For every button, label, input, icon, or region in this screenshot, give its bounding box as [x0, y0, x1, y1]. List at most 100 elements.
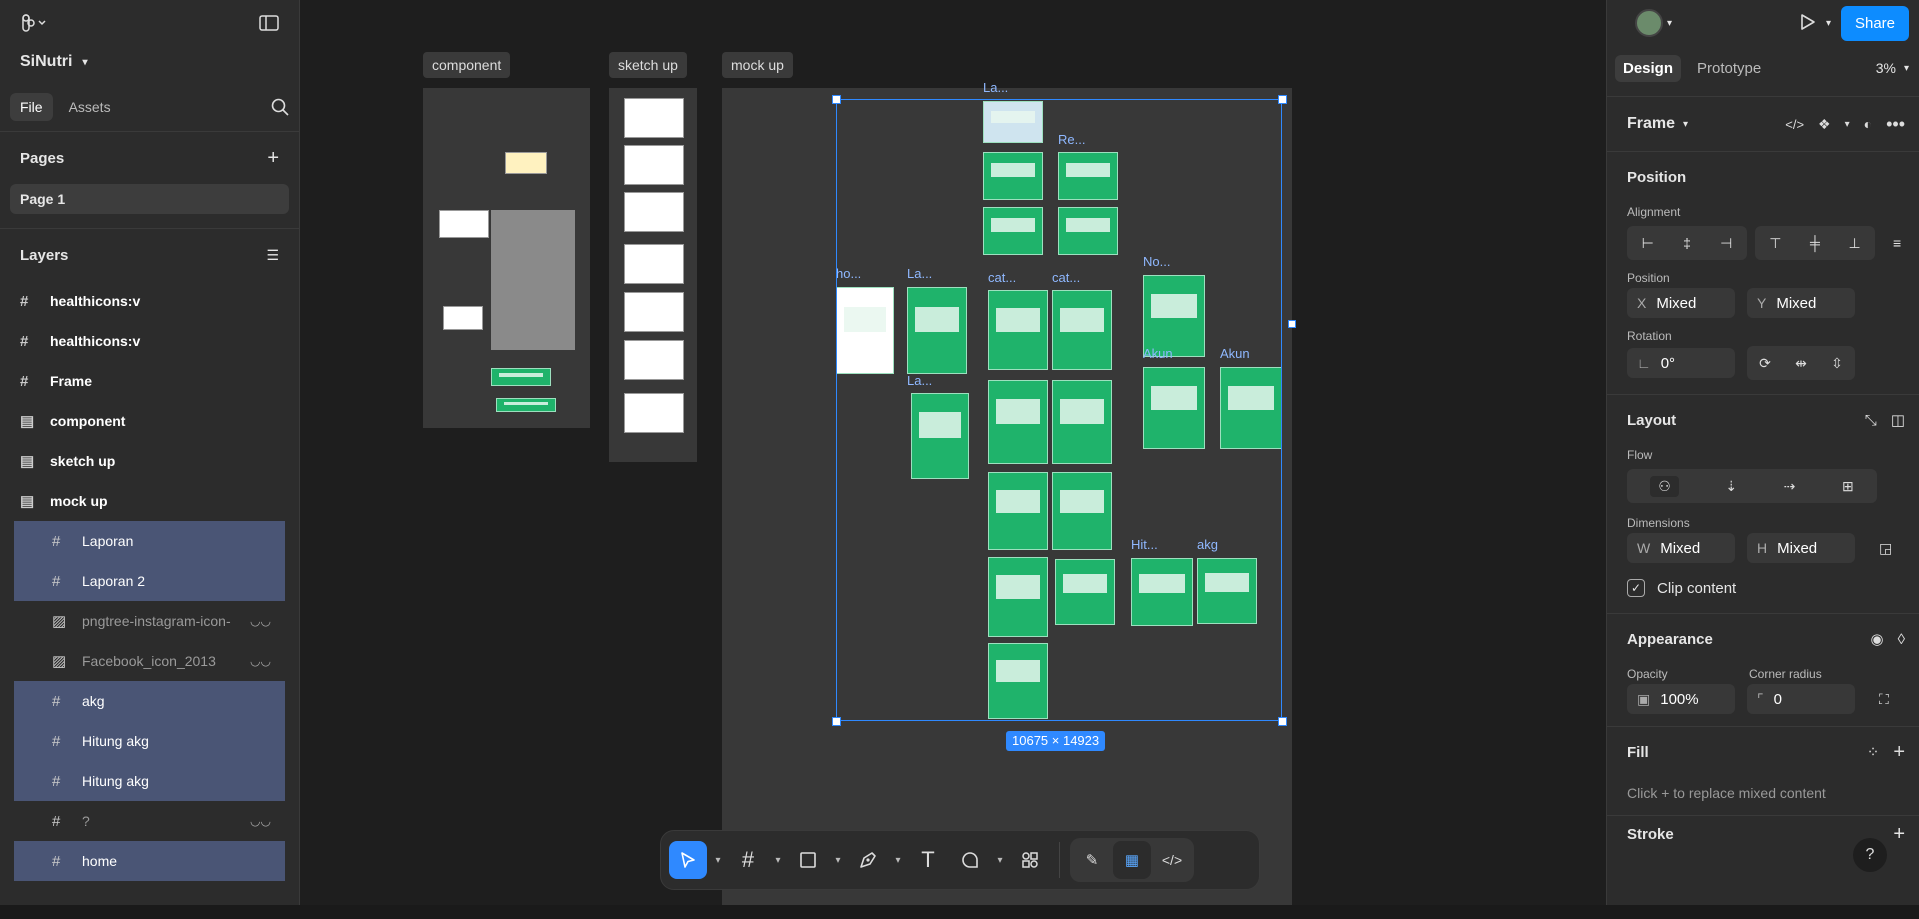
- layer-item[interactable]: # healthicons:v: [0, 321, 299, 361]
- page-item[interactable]: Page 1: [10, 184, 289, 214]
- blend-mode-icon[interactable]: ◊: [1898, 631, 1905, 648]
- horizontal-flow-icon[interactable]: ⇢: [1784, 478, 1796, 495]
- corner-radius-field[interactable]: ⌜ 0: [1747, 684, 1855, 714]
- resize-handle[interactable]: [832, 95, 841, 104]
- zoom-level[interactable]: 3%: [1876, 60, 1896, 76]
- tab-file[interactable]: File: [10, 92, 53, 121]
- rectangle-tool-icon[interactable]: [789, 841, 827, 879]
- tab-prototype[interactable]: Prototype: [1689, 55, 1769, 82]
- y-position-field[interactable]: Y Mixed: [1747, 288, 1855, 318]
- present-play-icon[interactable]: [1798, 13, 1816, 34]
- layer-item[interactable]: # Frame: [0, 361, 299, 401]
- hidden-eye-icon[interactable]: ◡◡: [250, 614, 271, 628]
- chevron-down-icon[interactable]: ▾: [1826, 18, 1831, 29]
- layer-item[interactable]: ▤ sketch up: [0, 441, 299, 481]
- frame-label-mock-up[interactable]: mock up: [722, 52, 793, 78]
- resize-handle[interactable]: [1288, 320, 1296, 328]
- chevron-down-icon[interactable]: ▾: [1904, 63, 1909, 74]
- layer-item[interactable]: ▨ Facebook_icon_2013 ◡◡: [14, 641, 285, 681]
- styles-grid-icon[interactable]: ⁘: [1867, 743, 1880, 761]
- resize-handle[interactable]: [1278, 95, 1287, 104]
- toggle-sidebar-icon[interactable]: [259, 15, 279, 31]
- layer-item[interactable]: #? ◡◡: [14, 801, 285, 841]
- design-mode-icon[interactable]: ▦: [1113, 841, 1151, 879]
- layer-item[interactable]: ▨ pngtree-instagram-icon- ◡◡: [14, 601, 285, 641]
- rotate-icon[interactable]: ⟳: [1759, 355, 1771, 372]
- layout-guide-icon[interactable]: ◫: [1891, 411, 1905, 429]
- add-page-icon[interactable]: +: [267, 147, 279, 170]
- resize-to-fit-icon[interactable]: ◲: [1879, 540, 1892, 557]
- align-bottom-icon[interactable]: ⊥: [1848, 235, 1860, 252]
- flip-horizontal-icon[interactable]: ⇹: [1795, 355, 1807, 372]
- align-center-h-icon[interactable]: ‡: [1683, 235, 1691, 251]
- layer-item[interactable]: # home: [14, 841, 285, 881]
- search-icon[interactable]: [271, 98, 289, 116]
- add-fill-icon[interactable]: +: [1893, 741, 1905, 764]
- tab-design[interactable]: Design: [1615, 54, 1682, 82]
- component-frame[interactable]: [423, 88, 590, 428]
- chevron-down-icon[interactable]: ▾: [1845, 119, 1850, 130]
- resize-handle[interactable]: [832, 717, 841, 726]
- layer-item[interactable]: ▤ mock up: [0, 481, 299, 521]
- help-button[interactable]: ?: [1853, 838, 1887, 872]
- frame-type-select[interactable]: Frame ▾: [1627, 115, 1688, 133]
- component-icon[interactable]: ❖: [1818, 116, 1831, 133]
- freeform-flow-icon[interactable]: ⚇: [1650, 475, 1679, 497]
- rotation-field[interactable]: ∟ 0°: [1627, 348, 1735, 378]
- flip-vertical-icon[interactable]: ⇳: [1831, 355, 1843, 372]
- grid-flow-icon[interactable]: ⊞: [1842, 478, 1854, 495]
- layer-item[interactable]: # Laporan: [14, 521, 285, 561]
- layer-item[interactable]: # akg: [14, 681, 285, 721]
- frame-tool-icon[interactable]: #: [729, 841, 767, 879]
- mask-icon[interactable]: ◐: [1864, 116, 1872, 132]
- layer-item[interactable]: ▤ component: [0, 401, 299, 441]
- resize-handle[interactable]: [1278, 717, 1287, 726]
- code-icon[interactable]: </>: [1785, 117, 1804, 132]
- chevron-down-icon[interactable]: ▾: [831, 855, 845, 866]
- opacity-field[interactable]: ▣ 100%: [1627, 684, 1735, 714]
- width-field[interactable]: W Mixed: [1627, 533, 1735, 563]
- independent-corners-icon[interactable]: ⛶: [1879, 691, 1889, 708]
- move-tool-icon[interactable]: [669, 841, 707, 879]
- height-field[interactable]: H Mixed: [1747, 533, 1855, 563]
- text-tool-icon[interactable]: T: [909, 841, 947, 879]
- comment-tool-icon[interactable]: [951, 841, 989, 879]
- clip-content-checkbox[interactable]: ✓: [1627, 579, 1645, 597]
- collapse-layers-icon[interactable]: ☰: [266, 247, 279, 264]
- layer-item[interactable]: # Hitung akg: [14, 721, 285, 761]
- tab-assets[interactable]: Assets: [59, 93, 121, 121]
- canvas[interactable]: component sketch up mock up La... Re... …: [300, 0, 1606, 905]
- visibility-eye-icon[interactable]: ◉: [1870, 630, 1883, 648]
- actions-tool-icon[interactable]: [1011, 841, 1049, 879]
- align-top-icon[interactable]: ⊤: [1769, 235, 1781, 252]
- selection-box[interactable]: [836, 99, 1282, 721]
- chevron-down-icon[interactable]: ▾: [711, 855, 725, 866]
- chevron-down-icon[interactable]: ▾: [891, 855, 905, 866]
- share-button[interactable]: Share: [1840, 5, 1909, 41]
- distribute-icon[interactable]: ≡: [1893, 235, 1901, 251]
- layer-item[interactable]: # Hitung akg: [14, 761, 285, 801]
- more-icon[interactable]: •••: [1886, 114, 1905, 135]
- vertical-flow-icon[interactable]: ⇣: [1725, 478, 1737, 495]
- layer-item[interactable]: # Laporan 2: [14, 561, 285, 601]
- hidden-eye-icon[interactable]: ◡◡: [250, 814, 271, 828]
- align-right-icon[interactable]: ⊣: [1720, 235, 1732, 252]
- dev-mode-icon[interactable]: </>: [1153, 841, 1191, 879]
- align-center-v-icon[interactable]: ╪: [1810, 235, 1820, 251]
- pen-tool-icon[interactable]: [849, 841, 887, 879]
- draw-mode-icon[interactable]: ✎: [1073, 841, 1111, 879]
- x-position-field[interactable]: X Mixed: [1627, 288, 1735, 318]
- user-menu[interactable]: ▾: [1635, 9, 1672, 37]
- align-left-icon[interactable]: ⊢: [1642, 235, 1654, 252]
- project-name-button[interactable]: SiNutri ▾: [0, 46, 299, 78]
- chevron-down-icon[interactable]: ▾: [993, 855, 1007, 866]
- layer-item[interactable]: # healthicons:v: [0, 281, 299, 321]
- add-stroke-icon[interactable]: +: [1893, 823, 1905, 846]
- sketch-up-frame[interactable]: [609, 88, 697, 462]
- frame-label-sketch-up[interactable]: sketch up: [609, 52, 687, 78]
- collapse-layout-icon[interactable]: ⤡: [1865, 412, 1877, 429]
- chevron-down-icon[interactable]: ▾: [771, 855, 785, 866]
- frame-label-component[interactable]: component: [423, 52, 511, 78]
- hidden-eye-icon[interactable]: ◡◡: [250, 654, 271, 668]
- main-menu-button[interactable]: [20, 14, 48, 32]
